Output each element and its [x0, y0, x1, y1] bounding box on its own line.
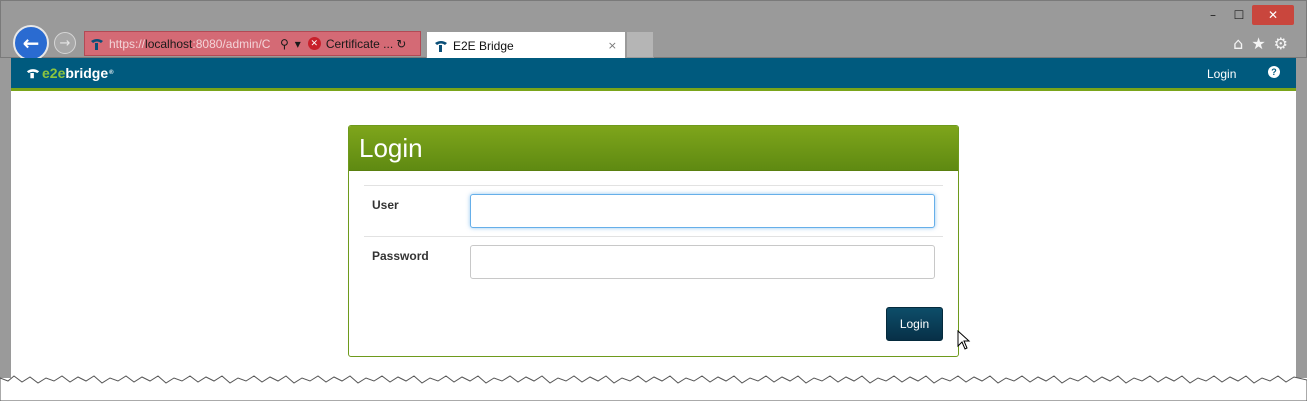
star-icon[interactable]: ★ [1251, 34, 1265, 53]
login-panel-header [349, 126, 958, 171]
refresh-icon[interactable]: ↻ [396, 37, 406, 51]
login-button[interactable]: Login [886, 307, 943, 341]
brand-e2e: e2e [42, 65, 66, 81]
forward-button[interactable]: → [54, 32, 76, 54]
page-title: Login [359, 133, 423, 163]
back-button[interactable]: ← [13, 25, 49, 61]
brand-mark: ® [109, 70, 114, 76]
gear-icon[interactable]: ⚙ [1274, 34, 1288, 53]
maximize-button[interactable]: ☐ [1226, 5, 1252, 25]
certificate-error-label[interactable]: Certificate ... [326, 37, 393, 51]
user-label: User [372, 198, 399, 212]
tab-close-icon[interactable]: × [608, 39, 617, 52]
window-controls: – ☐ ✕ [1200, 5, 1294, 25]
user-input[interactable] [470, 194, 935, 228]
site-favicon-icon [435, 40, 447, 52]
password-row: Password [364, 236, 943, 287]
new-tab-button[interactable] [626, 31, 654, 58]
home-icon[interactable]: ⌂ [1233, 34, 1243, 53]
user-row: User [364, 185, 943, 236]
brand-logo[interactable]: e2e bridge ® [26, 65, 114, 81]
window-border-left [0, 58, 11, 378]
address-bar[interactable]: https://localhost:8080/admin/C ⚲ ▾ ✕ Cer… [84, 31, 421, 56]
browser-chrome: – ☐ ✕ ← → https://localhost:8080/admin/C… [0, 0, 1307, 61]
url-text[interactable]: https://localhost:8080/admin/C [109, 37, 277, 51]
password-label: Password [372, 249, 429, 263]
dropdown-icon[interactable]: ▾ [295, 37, 301, 51]
window-border-right [1296, 58, 1307, 378]
login-panel: Login User Password Login [348, 125, 959, 357]
password-input[interactable] [470, 245, 935, 279]
help-icon[interactable]: ? [1268, 66, 1280, 78]
browser-toolbar-icons: ⌂ ★ ⚙ [1233, 34, 1288, 53]
close-window-button[interactable]: ✕ [1252, 5, 1294, 25]
site-header: e2e bridge ® Login ? [11, 58, 1296, 91]
mouse-cursor-icon [957, 330, 971, 350]
torn-edge [0, 375, 1307, 401]
tab-title: E2E Bridge [453, 38, 514, 53]
brand-bridge: bridge [65, 65, 109, 81]
arrow-left-icon: ← [22, 31, 40, 55]
logo-icon [26, 69, 40, 79]
tab-e2e-bridge[interactable]: E2E Bridge × [426, 31, 626, 59]
arrow-right-icon: → [59, 35, 71, 51]
search-icon[interactable]: ⚲ [280, 37, 289, 51]
nav-login-link[interactable]: Login [1207, 67, 1236, 81]
certificate-error-icon: ✕ [307, 37, 321, 50]
minimize-button[interactable]: – [1200, 5, 1226, 25]
site-favicon-icon [91, 38, 103, 50]
